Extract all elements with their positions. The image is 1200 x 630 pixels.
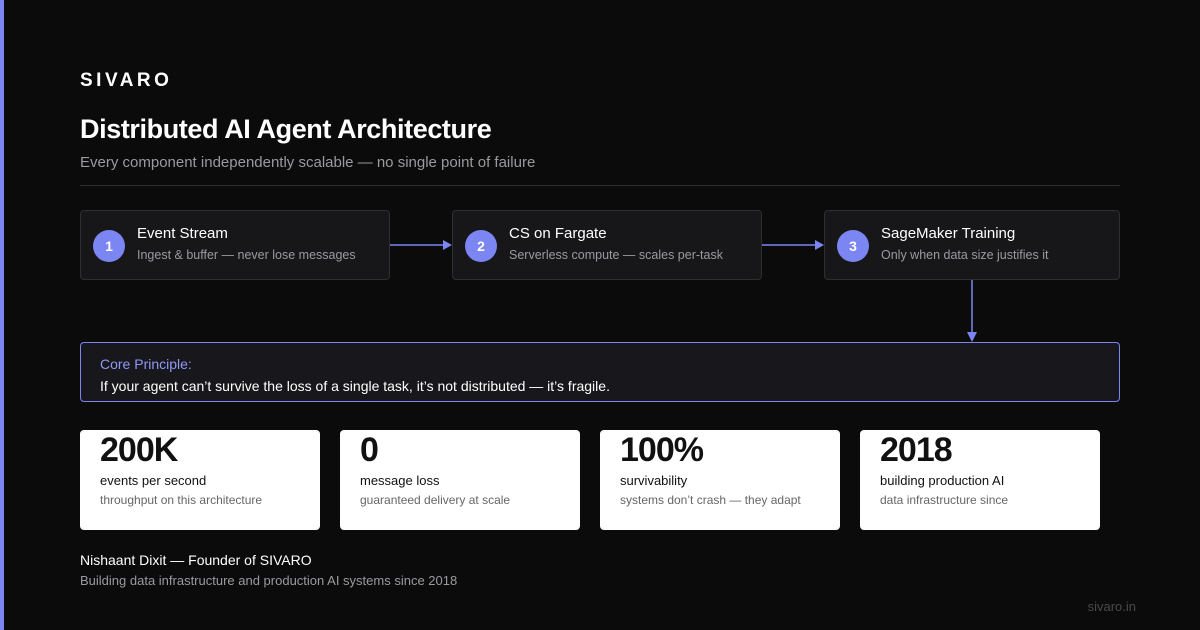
stat-value: 200K [100,431,178,469]
stat-value: 100% [620,431,704,469]
arrowhead-icon [815,240,824,250]
step-card-sagemaker: 3 SageMaker Training Only when data size… [824,210,1120,280]
author-name: Nishaant Dixit — Founder of SIVARO [80,552,312,568]
stat-card-survivability: 100% survivability systems don’t crash —… [600,430,840,530]
brand-logo: SIVARO [80,70,173,91]
principle-text: If your agent can’t survive the loss of … [100,378,610,394]
stat-value: 0 [360,431,379,469]
stat-card-events: 200K events per second throughput on thi… [80,430,320,530]
step-number-badge: 2 [465,230,497,262]
principle-label: Core Principle: [100,356,192,372]
step-description: Serverless compute — scales per-task [509,248,723,262]
step-title: SageMaker Training [881,225,1016,242]
arrowhead-icon [443,240,452,250]
step-number-badge: 3 [837,230,869,262]
accent-bar [0,0,4,630]
flow-connectors [390,240,977,342]
step-description: Ingest & buffer — never lose messages [137,248,356,262]
divider [80,185,1120,186]
arrowhead-down-icon [967,332,977,342]
step-title: CS on Fargate [509,225,607,242]
stat-note: guaranteed delivery at scale [360,493,511,507]
stat-label: survivability [620,473,688,488]
stat-label: building production AI [880,473,1005,488]
stat-note: throughput on this architecture [100,493,263,507]
core-principle-box: Core Principle: If your agent can’t surv… [80,342,1120,402]
step-number-badge: 1 [93,230,125,262]
page-title: Distributed AI Agent Architecture [80,114,492,144]
stat-label: message loss [360,473,440,488]
stat-card-year: 2018 building production AI data infrast… [860,430,1100,530]
author-bio: Building data infrastructure and product… [80,573,458,588]
step-description: Only when data size justifies it [881,248,1049,262]
site-url: sivaro.in [1087,599,1136,614]
stat-label: events per second [100,473,207,488]
stat-value: 2018 [880,431,953,469]
step-card-event-stream: 1 Event Stream Ingest & buffer — never l… [80,210,390,280]
stat-note: systems don’t crash — they adapt [620,493,801,507]
step-title: Event Stream [137,225,228,242]
stat-card-message-loss: 0 message loss guaranteed delivery at sc… [340,430,580,530]
step-card-cs-fargate: 2 CS on Fargate Serverless compute — sca… [452,210,762,280]
stat-note: data infrastructure since [880,493,1009,507]
page-subtitle: Every component independently scalable —… [80,154,536,171]
